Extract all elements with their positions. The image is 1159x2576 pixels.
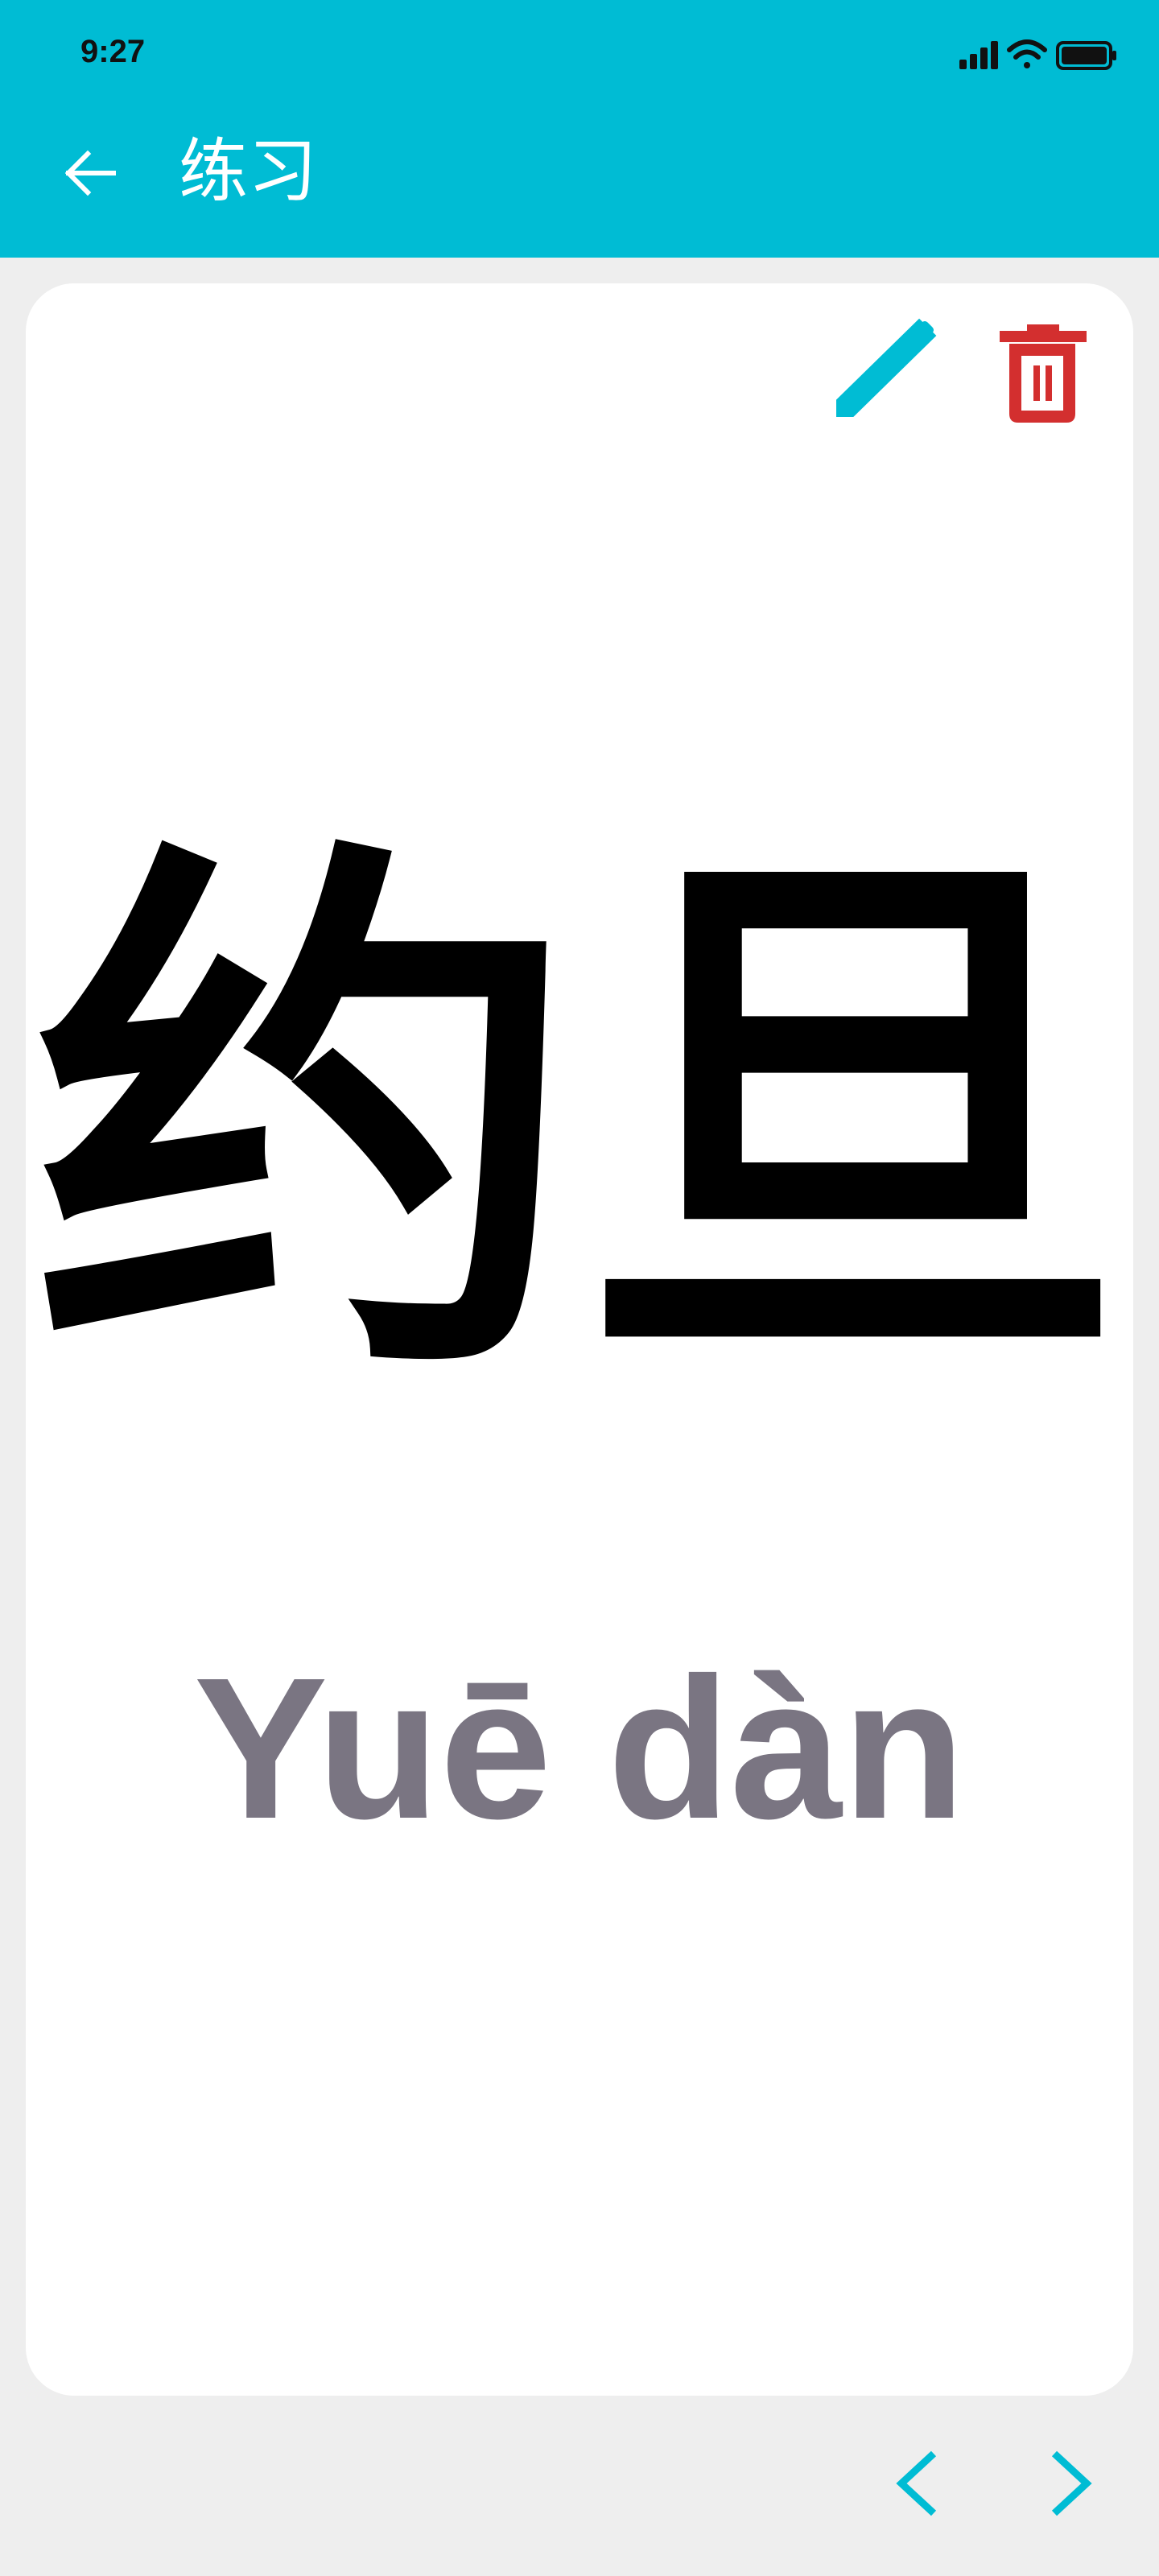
delete-button[interactable] bbox=[992, 316, 1104, 436]
status-icons bbox=[959, 35, 1120, 76]
chevron-left-icon bbox=[896, 2450, 937, 2516]
arrow-left-icon bbox=[64, 150, 116, 196]
flashcard[interactable]: 约旦 Yuē dàn bbox=[26, 283, 1133, 2396]
battery-icon bbox=[1056, 41, 1116, 70]
pinyin-text: Yuē dàn bbox=[193, 1636, 966, 1860]
trash-icon bbox=[1000, 324, 1087, 423]
page-title: 练习 bbox=[179, 131, 317, 212]
hanzi-text: 约旦 bbox=[32, 802, 1127, 1439]
pencil-icon bbox=[836, 318, 937, 417]
next-button[interactable] bbox=[1030, 2439, 1111, 2528]
back-button[interactable] bbox=[50, 133, 130, 213]
wifi-icon bbox=[1007, 39, 1047, 68]
previous-button[interactable] bbox=[877, 2439, 958, 2528]
chevron-right-icon bbox=[1051, 2450, 1092, 2516]
edit-button[interactable] bbox=[806, 316, 951, 436]
signal-icon bbox=[959, 41, 998, 69]
status-time: 9:27 bbox=[80, 34, 146, 69]
app-bar: 9:27 练习 bbox=[0, 0, 1159, 258]
